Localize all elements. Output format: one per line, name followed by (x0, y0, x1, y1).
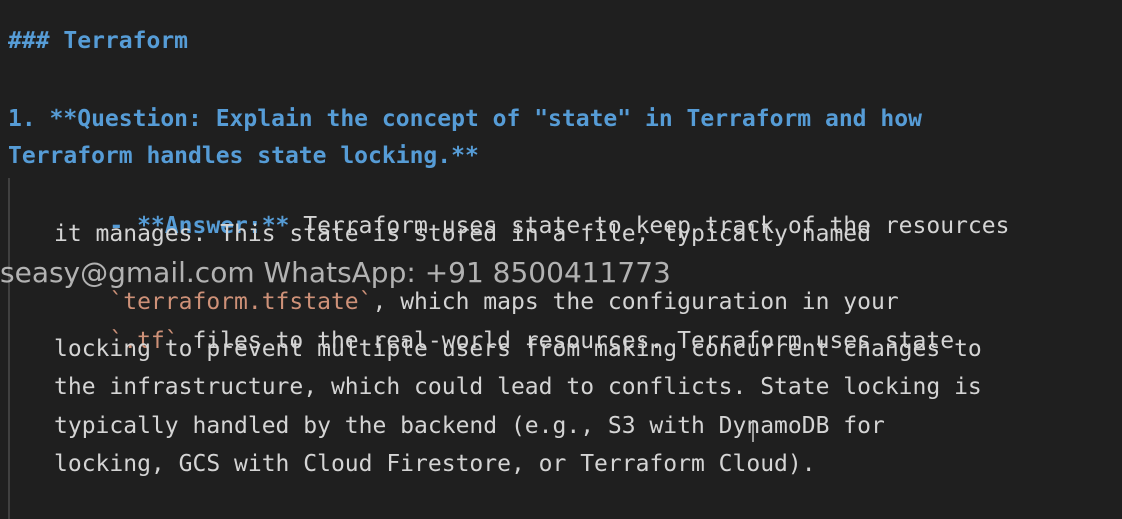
answer-line-8: locking, GCS with Cloud Firestore, or Te… (54, 451, 816, 477)
question-line-1: 1. **Question: Explain the concept of "s… (8, 106, 922, 132)
indent-guide (8, 178, 10, 519)
answer-line-5: locking to prevent multiple users from m… (54, 336, 982, 362)
answer-line-7: typically handled by the backend (e.g., … (54, 413, 885, 439)
answer-line-6: the infrastructure, which could lead to … (54, 374, 982, 400)
section-heading: ### Terraform (8, 28, 189, 54)
text-cursor (752, 420, 754, 442)
markdown-editor[interactable]: ### Terraform 1. **Question: Explain the… (0, 0, 1122, 519)
answer-line-2: it manages. This state is stored in a fi… (54, 221, 871, 247)
question-line-2: Terraform handles state locking.** (8, 143, 479, 169)
